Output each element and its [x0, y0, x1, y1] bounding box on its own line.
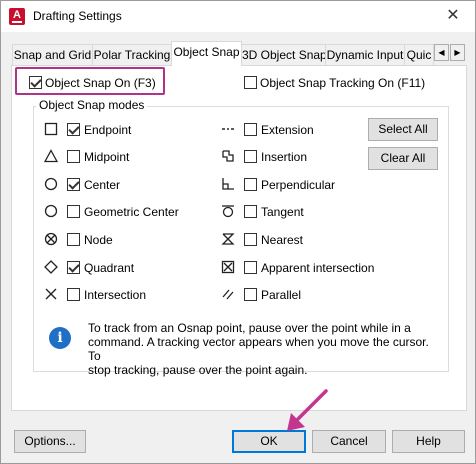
tab-polar-tracking[interactable]: Polar Tracking [92, 44, 172, 65]
tangent-checkbox[interactable] [244, 205, 257, 218]
tab-quick-properties[interactable]: Quic [404, 44, 434, 65]
select-all-button[interactable]: Select All [368, 118, 438, 141]
window-title: Drafting Settings [33, 9, 122, 23]
tab-scroll-right-icon[interactable]: ▶ [450, 44, 465, 61]
midpoint-icon [44, 149, 58, 163]
perpendicular-label[interactable]: Perpendicular [261, 178, 335, 192]
midpoint-checkbox[interactable] [67, 150, 80, 163]
geometric-center-label[interactable]: Geometric Center [84, 205, 179, 219]
midpoint-label[interactable]: Midpoint [84, 150, 129, 164]
tab-3d-object-snap[interactable]: 3D Object Snap [241, 44, 326, 65]
object-snap-tracking-label[interactable]: Object Snap Tracking On (F11) [260, 76, 425, 90]
tab-object-snap[interactable]: Object Snap [171, 41, 242, 66]
extension-label[interactable]: Extension [261, 123, 314, 137]
insertion-label[interactable]: Insertion [261, 150, 307, 164]
center-checkbox[interactable] [67, 178, 80, 191]
options-button[interactable]: Options... [14, 430, 86, 453]
clear-all-button[interactable]: Clear All [368, 147, 438, 170]
endpoint-icon [44, 122, 58, 136]
center-icon [44, 177, 58, 191]
center-label[interactable]: Center [84, 178, 120, 192]
parallel-label[interactable]: Parallel [261, 288, 301, 302]
endpoint-checkbox[interactable] [67, 123, 80, 136]
annotation-arrow-icon [287, 389, 328, 431]
info-text: To track from an Osnap point, pause over… [88, 321, 429, 377]
intersection-label[interactable]: Intersection [84, 288, 146, 302]
geometric-center-checkbox[interactable] [67, 205, 80, 218]
autocad-app-icon: A [9, 8, 25, 25]
object-snap-on-checkbox[interactable] [29, 76, 42, 89]
close-icon[interactable]: ✕ [441, 5, 465, 27]
intersection-icon [45, 288, 57, 300]
endpoint-label[interactable]: Endpoint [84, 123, 131, 137]
tangent-label[interactable]: Tangent [261, 205, 304, 219]
insertion-icon [222, 150, 234, 162]
nearest-icon [221, 233, 235, 245]
apparent-intersection-icon [221, 260, 235, 274]
drafting-settings-dialog: A Drafting Settings ✕ Snap and Grid Pola… [0, 0, 476, 464]
tab-dynamic-input[interactable]: Dynamic Input [325, 44, 405, 65]
parallel-checkbox[interactable] [244, 288, 257, 301]
geometric-center-icon [44, 204, 58, 218]
apparent-intersection-checkbox[interactable] [244, 261, 257, 274]
title-bar: A Drafting Settings ✕ [1, 1, 475, 32]
node-icon [44, 232, 58, 246]
parallel-icon [222, 289, 234, 300]
tab-scroll-left-icon[interactable]: ◀ [434, 44, 449, 61]
quadrant-label[interactable]: Quadrant [84, 261, 134, 275]
object-snap-on-label[interactable]: Object Snap On (F3) [45, 76, 156, 90]
node-checkbox[interactable] [67, 233, 80, 246]
perpendicular-checkbox[interactable] [244, 178, 257, 191]
nearest-label[interactable]: Nearest [261, 233, 303, 247]
tab-snap-and-grid[interactable]: Snap and Grid [12, 44, 93, 65]
apparent-intersection-label[interactable]: Apparent intersection [261, 261, 374, 275]
object-snap-modes-legend: Object Snap modes [36, 98, 148, 112]
node-label[interactable]: Node [84, 233, 113, 247]
insertion-checkbox[interactable] [244, 150, 257, 163]
tangent-icon [222, 205, 234, 218]
quadrant-icon [44, 260, 58, 274]
perpendicular-icon [222, 178, 234, 190]
quadrant-checkbox[interactable] [67, 261, 80, 274]
intersection-checkbox[interactable] [67, 288, 80, 301]
object-snap-tracking-checkbox[interactable] [244, 76, 257, 89]
nearest-checkbox[interactable] [244, 233, 257, 246]
extension-icon [222, 128, 234, 130]
help-button[interactable]: Help [392, 430, 465, 453]
info-icon: i [49, 327, 71, 349]
extension-checkbox[interactable] [244, 123, 257, 136]
